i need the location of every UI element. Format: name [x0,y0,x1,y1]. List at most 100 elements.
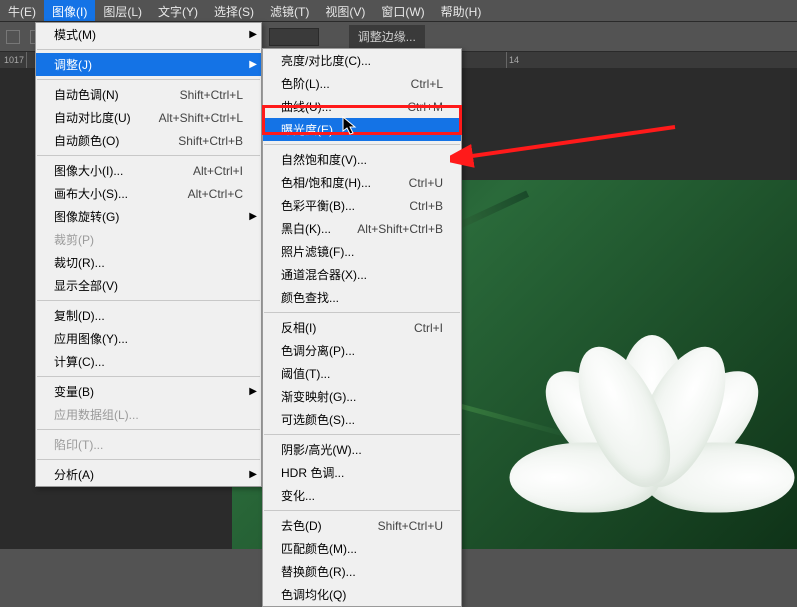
adjust-menu-item[interactable]: 阴影/高光(W)... [263,438,461,461]
menu-item-shortcut: Ctrl+I [414,321,443,335]
adjust-menu-item[interactable]: 阈值(T)... [263,362,461,385]
menu-separator [37,49,260,50]
adjust-menu-item[interactable]: 黑白(K)... Alt+Shift+Ctrl+B [263,217,461,240]
image-content [522,280,782,540]
menu-separator [264,144,460,145]
ruler-corner: 1017 [0,52,26,68]
menu-item-shortcut: Ctrl+L [411,77,443,91]
menu-item-label: 图像大小(I)... [54,162,123,179]
menu-item-label: 去色(D) [281,517,322,534]
menu-item-label: 色调分离(P)... [281,342,355,359]
image-menu-item[interactable]: 自动对比度(U) Alt+Shift+Ctrl+L [36,106,261,129]
menu-item-label: 复制(D)... [54,307,105,324]
menu-item-label: 裁剪(P) [54,231,94,248]
menubar-item[interactable]: 选择(S) [206,0,262,21]
menu-separator [37,459,260,460]
adjust-menu-item[interactable]: 反相(I) Ctrl+I [263,316,461,339]
adjust-menu-item[interactable]: 通道混合器(X)... [263,263,461,286]
image-menu-item[interactable]: 分析(A) ▶ [36,463,261,486]
image-menu-item[interactable]: 显示全部(V) [36,274,261,297]
menubar-item[interactable]: 帮助(H) [433,0,490,21]
menu-item-label: 阈值(T)... [281,365,330,382]
menu-item-shortcut: Shift+Ctrl+L [180,88,243,102]
menu-item-label: 亮度/对比度(C)... [281,52,371,69]
adjust-menu-item[interactable]: 变化... [263,484,461,507]
image-menu-item[interactable]: 变量(B) ▶ [36,380,261,403]
menu-item-label: 曝光度(E)... [281,121,343,138]
adjust-menu-item[interactable]: 亮度/对比度(C)... [263,49,461,72]
image-menu-item: 陷印(T)... [36,433,261,456]
adjust-menu-item[interactable]: 自然饱和度(V)... [263,148,461,171]
menubar-item[interactable]: 图像(I) [44,0,95,21]
image-menu-item[interactable]: 画布大小(S)...Alt+Ctrl+C [36,182,261,205]
menu-item-shortcut: Alt+Shift+Ctrl+B [357,222,443,236]
menu-item-label: HDR 色调... [281,464,344,481]
menu-item-label: 渐变映射(G)... [281,388,356,405]
adjust-edge-button[interactable]: 调整边缘... [349,25,425,48]
menu-item-label: 自动色调(N) [54,86,119,103]
adjust-menu-item[interactable]: 渐变映射(G)... [263,385,461,408]
menu-item-shortcut: Ctrl+B [409,199,443,213]
menu-item-label: 曲线(U)... [281,98,332,115]
menubar-item[interactable]: 文字(Y) [150,0,206,21]
menu-item-label: 应用图像(Y)... [54,330,128,347]
menu-item-label: 色相/饱和度(H)... [281,174,371,191]
menubar-item[interactable]: 图层(L) [95,0,150,21]
menu-item-label: 分析(A) [54,466,94,483]
image-menu-item[interactable]: 调整(J)▶ [36,53,261,76]
adjust-menu-item[interactable]: 色阶(L)... Ctrl+L [263,72,461,95]
image-menu-item[interactable]: 计算(C)... [36,350,261,373]
adjust-menu-item[interactable]: 去色(D) Shift+Ctrl+U [263,514,461,537]
menubar-item[interactable]: 滤镜(T) [262,0,317,21]
menubar-item[interactable]: 牛(E) [0,0,44,21]
image-menu-item[interactable]: 应用图像(Y)... [36,327,261,350]
menu-separator [264,312,460,313]
height-input[interactable] [269,28,319,46]
image-menu-item[interactable]: 模式(M)▶ [36,23,261,46]
image-menu-item[interactable]: 自动颜色(O)Shift+Ctrl+B [36,129,261,152]
menu-separator [37,376,260,377]
menubar: 牛(E)图像(I)图层(L)文字(Y)选择(S)滤镜(T)视图(V)窗口(W)帮… [0,0,797,22]
chevron-right-icon: ▶ [249,386,257,397]
adjust-menu-item[interactable]: 颜色查找... [263,286,461,309]
menu-item-shortcut: Shift+Ctrl+U [378,519,443,533]
menu-item-shortcut: Alt+Shift+Ctrl+L [159,111,243,125]
adjust-menu-item[interactable]: 照片滤镜(F)... [263,240,461,263]
menu-item-label: 调整(J) [54,56,92,73]
adjust-menu-item[interactable]: 色调分离(P)... [263,339,461,362]
menu-separator [37,155,260,156]
menu-item-label: 颜色查找... [281,289,339,306]
adjust-menu-item[interactable]: 色彩平衡(B)...Ctrl+B [263,194,461,217]
adjust-menu-item[interactable]: 替换颜色(R)... [263,560,461,583]
chevron-right-icon: ▶ [249,469,257,480]
menu-item-shortcut: Shift+Ctrl+B [178,134,243,148]
menubar-item[interactable]: 视图(V) [317,0,373,21]
menu-item-shortcut: Alt+Ctrl+I [193,164,243,178]
menubar-item[interactable]: 窗口(W) [373,0,432,21]
tool-icon [6,30,20,44]
menu-item-label: 黑白(K)... [281,220,331,237]
adjust-menu-item[interactable]: 曝光度(E)... [263,118,461,141]
ruler-tick: 14 [506,52,586,68]
chevron-right-icon: ▶ [249,29,257,40]
adjust-menu-item[interactable]: HDR 色调... [263,461,461,484]
menu-item-label: 反相(I) [281,319,316,336]
menu-item-label: 变化... [281,487,315,504]
adjust-menu-item[interactable]: 色调均化(Q) [263,583,461,606]
adjust-menu-item[interactable]: 可选颜色(S)... [263,408,461,431]
menu-item-label: 色阶(L)... [281,75,330,92]
adjustments-submenu-dropdown: 亮度/对比度(C)... 色阶(L)... Ctrl+L 曲线(U)...Ctrl+M… [262,48,462,607]
menu-item-label: 应用数据组(L)... [54,406,139,423]
image-menu-item[interactable]: 图像大小(I)... Alt+Ctrl+I [36,159,261,182]
adjust-menu-item[interactable]: 曲线(U)...Ctrl+M [263,95,461,118]
image-menu-item[interactable]: 图像旋转(G)▶ [36,205,261,228]
image-menu-dropdown: 模式(M)▶调整(J)▶自动色调(N)Shift+Ctrl+L自动对比度(U)A… [35,22,262,487]
image-menu-item[interactable]: 复制(D)... [36,304,261,327]
adjust-menu-item[interactable]: 色相/饱和度(H)...Ctrl+U [263,171,461,194]
image-menu-item[interactable]: 自动色调(N) Shift+Ctrl+L [36,83,261,106]
image-menu-item[interactable]: 裁切(R)... [36,251,261,274]
menu-item-label: 可选颜色(S)... [281,411,355,428]
menu-item-label: 自动对比度(U) [54,109,131,126]
menu-item-label: 替换颜色(R)... [281,563,356,580]
menu-item-label: 变量(B) [54,383,94,400]
